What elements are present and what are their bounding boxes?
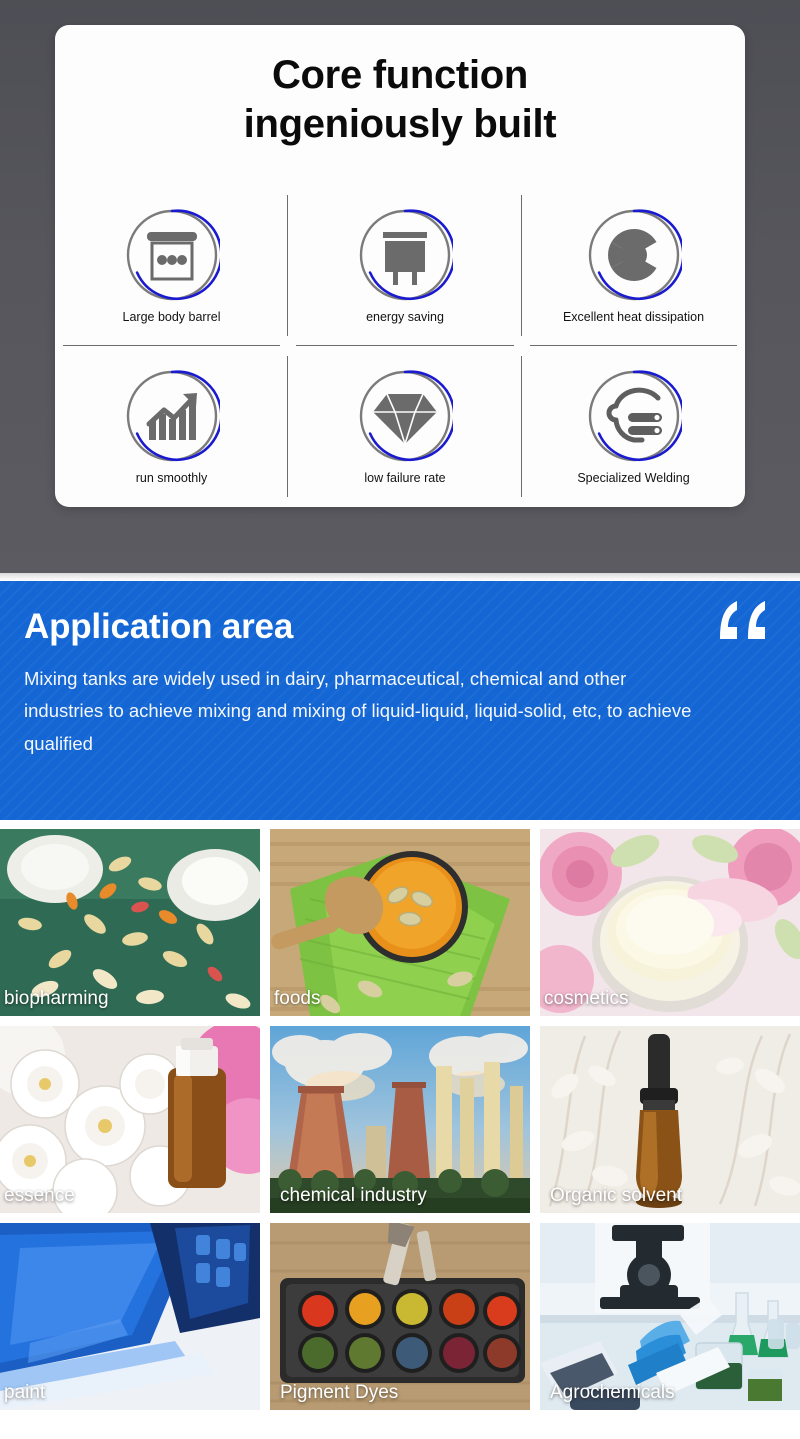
energy-saving-icon <box>357 207 453 303</box>
section-divider <box>0 573 800 581</box>
quote-mark-icon <box>710 597 774 643</box>
page-title-line-1: Core function <box>271 53 529 97</box>
application-area-banner: Application area Mixing tanks are widely… <box>0 581 800 820</box>
fan-heat-dissipation-icon <box>586 207 682 303</box>
application-tile-caption: essence <box>4 1185 75 1206</box>
feature-grid: Large body barrel energy saving Excellen… <box>55 185 745 507</box>
application-tile-agrochemicals[interactable]: Agrochemicals <box>540 1223 800 1410</box>
application-tile-chemical-industry[interactable]: chemical industry <box>270 1026 530 1213</box>
page-title-line-2: ingeniously built <box>243 101 557 146</box>
feature-label: Excellent heat dissipation <box>562 310 705 324</box>
application-tile-caption: Agrochemicals <box>550 1382 675 1403</box>
welding-helmet-icon <box>586 368 682 464</box>
application-tile-caption: Pigment Dyes <box>280 1382 399 1403</box>
barrel-icon <box>124 207 220 303</box>
application-tile-paint[interactable]: paint <box>0 1223 260 1410</box>
application-tile-caption: Organic solvent <box>550 1185 683 1206</box>
application-tile-organic-solvent[interactable]: Organic solvent <box>540 1026 800 1213</box>
feature-label: energy saving <box>366 310 444 324</box>
feature-item-run-smoothly[interactable]: run smoothly <box>55 346 288 507</box>
application-tile-biopharming[interactable]: biopharming <box>0 829 260 1016</box>
feature-label: run smoothly <box>135 471 208 485</box>
feature-card: Core function ingeniously built Large bo… <box>55 25 745 507</box>
feature-item-heat-dissipation[interactable]: Excellent heat dissipation <box>522 185 745 346</box>
feature-label: Specialized Welding <box>577 471 690 485</box>
application-image-grid: biopharming foods cosmetics essence chem… <box>0 820 800 1410</box>
growth-chart-icon <box>124 368 220 464</box>
application-tile-pigment-dyes[interactable]: Pigment Dyes <box>270 1223 530 1410</box>
feature-label: low failure rate <box>364 471 446 485</box>
application-tile-essence[interactable]: essence <box>0 1026 260 1213</box>
core-function-section: Core function ingeniously built Large bo… <box>0 0 800 573</box>
application-area-title: Application area <box>24 607 294 646</box>
feature-item-low-failure-rate[interactable]: low failure rate <box>288 346 522 507</box>
application-tile-cosmetics[interactable]: cosmetics <box>540 829 800 1016</box>
application-tile-caption: chemical industry <box>280 1185 427 1206</box>
feature-label: Large body barrel <box>122 310 221 324</box>
feature-item-energy-saving[interactable]: energy saving <box>288 185 522 346</box>
application-tile-caption: cosmetics <box>544 988 629 1009</box>
application-tile-caption: paint <box>4 1382 46 1403</box>
page-title: Core function ingeniously built <box>55 25 745 149</box>
application-area-description: Mixing tanks are widely used in dairy, p… <box>24 668 692 754</box>
diamond-icon <box>357 368 453 464</box>
feature-item-large-body-barrel[interactable]: Large body barrel <box>55 185 288 346</box>
application-tile-caption: biopharming <box>4 988 109 1009</box>
application-tile-foods[interactable]: foods <box>270 829 530 1016</box>
feature-item-specialized-welding[interactable]: Specialized Welding <box>522 346 745 507</box>
application-tile-caption: foods <box>274 988 321 1009</box>
